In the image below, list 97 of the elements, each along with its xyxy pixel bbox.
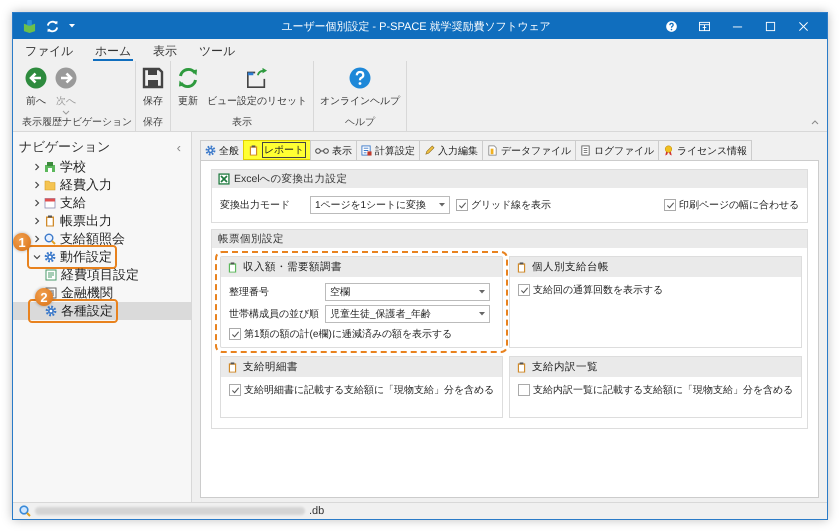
checkbox[interactable]: [664, 199, 676, 211]
award-icon: [663, 145, 674, 156]
ribbon-button[interactable]: 保存: [139, 65, 167, 110]
tree-item[interactable]: 金融機関: [61, 284, 113, 302]
panel-title: ナビゲーション: [19, 138, 110, 156]
dropdown-field[interactable]: 1ページを1シートに変換: [310, 196, 450, 214]
save-icon: [142, 67, 164, 89]
clipboard-icon: [248, 144, 259, 156]
clipboard-icon: [227, 262, 238, 272]
document-icon: [487, 145, 498, 156]
group-label: 表示履歴ナビゲーション: [22, 116, 132, 129]
ribbon-button[interactable]: 前へ: [22, 65, 50, 110]
field-label: 世帯構成員の並び順: [229, 308, 320, 321]
search-icon: [19, 505, 31, 517]
group-title: 支給内訳一覧: [532, 360, 598, 374]
tree-item[interactable]: 学校: [60, 158, 86, 176]
ribbon-tab[interactable]: 表示: [151, 43, 179, 61]
tree-item[interactable]: 経費項目設定: [61, 266, 139, 284]
checkbox[interactable]: [518, 384, 530, 396]
group-title: 収入額・需要額調書: [243, 260, 342, 274]
panel-icon[interactable]: [699, 20, 710, 32]
gear-icon: [45, 305, 57, 317]
checkbox-label: 支給内訳一覧に記載する支給額に「現物支給」分を含める: [533, 384, 793, 397]
checkbox-label: 第1類の額の計(e欄)に逓減済みの額を表示する: [244, 328, 452, 341]
chevron-right-icon[interactable]: [33, 181, 41, 189]
checkbox[interactable]: [518, 284, 530, 296]
tree-item[interactable]: 動作設定: [60, 248, 112, 266]
field-label: 変換出力モード: [220, 198, 291, 212]
magnifier-icon: [44, 233, 56, 245]
ribbon-button[interactable]: 更新: [174, 65, 202, 110]
calculator-icon: [361, 145, 372, 156]
clipboard-icon: [516, 362, 527, 372]
gear-icon: [44, 251, 56, 263]
ribbon-button[interactable]: ビュー設定のリセット: [204, 65, 310, 110]
group-title: 個人別支給台帳: [532, 260, 609, 274]
step-number-badge: 2: [35, 288, 53, 306]
spreadsheet-icon: [218, 173, 230, 185]
section-title: Excelへの変換出力設定: [234, 172, 348, 186]
tab[interactable]: 表示: [310, 140, 357, 160]
ribbon-tab[interactable]: ホーム: [93, 43, 133, 61]
tree-item[interactable]: 支給額照会: [60, 230, 125, 248]
dropdown-field[interactable]: 児童生徒_保護者_年齢: [325, 305, 490, 323]
help-icon[interactable]: [666, 20, 677, 32]
chevron-right-icon[interactable]: [33, 235, 41, 243]
gear-icon: [205, 145, 216, 156]
refresh-icon[interactable]: [46, 20, 59, 32]
window-reset-icon: [246, 67, 268, 89]
refresh-icon: [177, 67, 199, 89]
chevron-down-icon[interactable]: [33, 253, 41, 261]
tab[interactable]: 全般: [200, 140, 244, 160]
ribbon-tab[interactable]: ツール: [197, 43, 237, 61]
app-logo-icon: [23, 20, 36, 32]
ribbon-tab[interactable]: ファイル: [23, 43, 75, 61]
caret-icon: [439, 203, 445, 207]
field-label: 整理番号: [229, 286, 270, 299]
close-icon[interactable]: [798, 20, 809, 32]
chevron-up-icon[interactable]: [811, 120, 819, 125]
group-title: 支給明細書: [243, 360, 298, 374]
tab[interactable]: レポート: [243, 140, 311, 160]
file-path: .db: [309, 505, 324, 517]
caret-icon: [479, 312, 485, 316]
tree-item[interactable]: 経費入力: [60, 176, 112, 194]
tree-item[interactable]: 帳票出力: [60, 212, 112, 230]
maximize-icon[interactable]: [765, 20, 776, 32]
ribbon-button[interactable]: オンラインヘルプ: [317, 65, 403, 110]
group-label: 表示: [231, 116, 253, 129]
checkbox-label: 支給明細書に記載する支給額に「現物支給」分を含める: [244, 384, 494, 397]
group-label: ヘルプ: [344, 116, 376, 129]
pencil-icon: [424, 145, 435, 156]
chevron-right-icon[interactable]: [33, 199, 41, 207]
tab[interactable]: ライセンス情報: [658, 140, 752, 160]
chevron-right-icon[interactable]: [33, 163, 41, 171]
document-icon: [580, 145, 591, 156]
group-label: 保存: [142, 116, 164, 129]
folder-icon: [44, 179, 56, 191]
checkbox-label: 支給回の通算回数を表示する: [533, 284, 663, 297]
caret-icon: [479, 290, 485, 294]
dropdown-field[interactable]: 空欄: [325, 283, 490, 301]
clipboard-icon: [44, 215, 56, 227]
chevron-right-icon[interactable]: [33, 217, 41, 225]
section-title: 帳票個別設定: [218, 232, 284, 246]
step-number-badge: 1: [13, 233, 31, 251]
calendar-icon: [44, 197, 56, 209]
window-title: ユーザー個別設定 - P-SPACE 就学奨励費ソフトウェア: [280, 20, 552, 34]
checkbox[interactable]: [456, 199, 468, 211]
form-icon: [45, 269, 57, 281]
school-icon: [44, 161, 56, 173]
checkbox-label: グリッド線を表示: [471, 198, 551, 212]
checkbox[interactable]: [229, 328, 241, 340]
caret-icon[interactable]: [69, 24, 75, 28]
help-icon: [349, 67, 371, 89]
glasses-icon: [315, 146, 329, 154]
clipboard-icon: [227, 362, 238, 372]
tree-item[interactable]: 支給: [60, 194, 86, 212]
checkbox[interactable]: [229, 384, 241, 396]
checkbox-label: 印刷ページの幅に合わせる: [679, 198, 799, 212]
clipboard-icon: [516, 262, 527, 272]
